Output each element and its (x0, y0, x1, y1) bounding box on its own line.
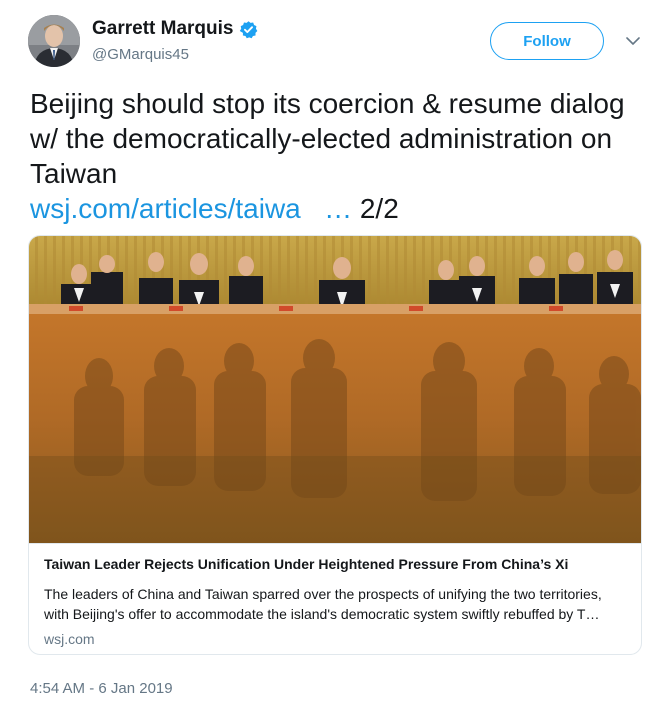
follow-button[interactable]: Follow (490, 22, 604, 60)
tweet-text: Beijing should stop its coercion & resum… (30, 86, 640, 226)
author-name[interactable]: Garrett Marquis (92, 18, 233, 40)
card-body[interactable]: Taiwan Leader Rejects Unification Under … (29, 543, 641, 647)
thread-count: 2/2 (359, 193, 399, 224)
card-description: The leaders of China and Taiwan sparred … (44, 586, 602, 622)
card-domain: wsj.com (44, 631, 95, 647)
card-domain-text: wsj.com (44, 631, 95, 647)
link-card[interactable]: Taiwan Leader Rejects Unification Under … (28, 235, 642, 655)
tweet-timestamp[interactable]: 4:54 AM - 6 Jan 2019 (30, 680, 173, 697)
author-handle[interactable]: @GMarquis45 (92, 46, 189, 63)
card-image[interactable] (29, 236, 641, 543)
verified-badge-icon (239, 20, 258, 39)
avatar[interactable] (28, 15, 80, 67)
tweet-body: Beijing should stop its coercion & resum… (30, 88, 625, 189)
author-name-row[interactable]: Garrett Marquis (92, 18, 258, 40)
tweet-link[interactable]: wsj.com/articles/taiwa (30, 193, 301, 224)
card-title[interactable]: Taiwan Leader Rejects Unification Under … (44, 556, 629, 572)
chevron-down-icon[interactable] (624, 32, 642, 50)
link-ellipsis: … (324, 193, 353, 224)
